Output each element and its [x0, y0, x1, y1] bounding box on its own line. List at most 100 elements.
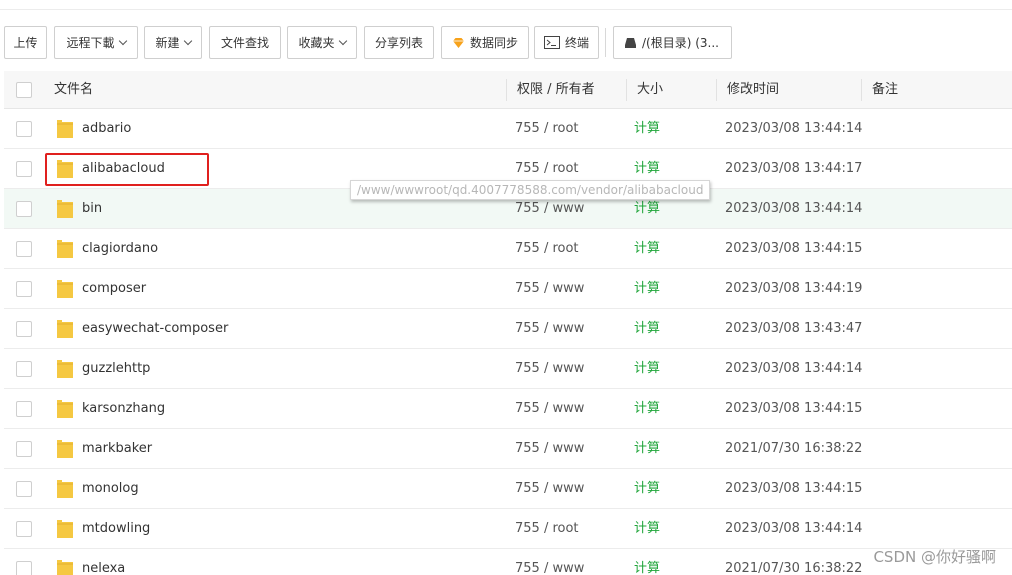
- folder-icon: [56, 399, 74, 419]
- terminal-button[interactable]: 终端: [534, 26, 599, 59]
- folder-icon: [56, 239, 74, 259]
- row-checkbox[interactable]: [16, 161, 32, 177]
- terminal-label: 终端: [564, 36, 589, 50]
- row-checkbox[interactable]: [16, 401, 32, 417]
- favorites-label: 收藏夹: [298, 36, 335, 50]
- permission-owner[interactable]: 755 / www: [515, 309, 584, 349]
- permission-owner[interactable]: 755 / www: [515, 469, 584, 509]
- select-all-checkbox[interactable]: [16, 82, 32, 98]
- table-row[interactable]: composer 755 / www 计算 2023/03/08 13:44:19: [4, 269, 1012, 309]
- permission-owner[interactable]: 755 / www: [515, 429, 584, 469]
- file-search-button[interactable]: 文件查找: [209, 26, 281, 59]
- table-row[interactable]: easywechat-composer 755 / www 计算 2023/03/08…: [4, 309, 1012, 349]
- share-list-button[interactable]: 分享列表: [364, 26, 434, 59]
- file-name[interactable]: karsonzhang: [82, 389, 165, 429]
- new-button[interactable]: 新建: [144, 26, 202, 59]
- column-divider: [506, 79, 507, 101]
- table-row[interactable]: markbaker 755 / www 计算 2021/07/30 16:38:22: [4, 429, 1012, 469]
- folder-icon: [56, 519, 74, 539]
- size-calc-link[interactable]: 计算: [634, 349, 660, 389]
- table-row[interactable]: clagiordano 755 / root 计算 2023/03/08 13:44:…: [4, 229, 1012, 269]
- row-checkbox[interactable]: [16, 281, 32, 297]
- row-checkbox[interactable]: [16, 201, 32, 217]
- table-row[interactable]: monolog 755 / www 计算 2023/03/08 13:44:15: [4, 469, 1012, 509]
- row-checkbox[interactable]: [16, 561, 32, 575]
- file-name[interactable]: easywechat-composer: [82, 309, 228, 349]
- table-row[interactable]: guzzlehttp 755 / www 计算 2023/03/08 13:44:14: [4, 349, 1012, 389]
- permission-owner[interactable]: 755 / root: [515, 109, 579, 149]
- file-name[interactable]: alibabacloud: [82, 149, 165, 189]
- row-checkbox[interactable]: [16, 121, 32, 137]
- path-breadcrumb[interactable]: /(根目录) (3...: [613, 26, 732, 59]
- row-checkbox[interactable]: [16, 481, 32, 497]
- size-calc-link[interactable]: 计算: [634, 269, 660, 309]
- table-row[interactable]: mtdowling 755 / root 计算 2023/03/08 13:44:14: [4, 509, 1012, 549]
- size-calc-link[interactable]: 计算: [634, 549, 660, 575]
- size-calc-link[interactable]: 计算: [634, 469, 660, 509]
- drive-icon: [624, 37, 637, 49]
- top-divider: [0, 9, 1012, 10]
- file-name[interactable]: mtdowling: [82, 509, 150, 549]
- chevron-down-icon: [338, 36, 347, 45]
- row-checkbox[interactable]: [16, 321, 32, 337]
- toolbar-divider: [605, 28, 606, 57]
- permission-owner[interactable]: 755 / root: [515, 229, 579, 269]
- modified-time: 2023/03/08 13:44:14: [725, 201, 863, 216]
- folder-icon: [56, 439, 74, 459]
- permission-owner[interactable]: 755 / www: [515, 549, 584, 575]
- table-row[interactable]: karsonzhang 755 / www 计算 2023/03/08 13:44:1…: [4, 389, 1012, 429]
- permission-owner[interactable]: 755 / www: [515, 389, 584, 429]
- file-name[interactable]: guzzlehttp: [82, 349, 150, 389]
- file-search-label: 文件查找: [220, 36, 269, 50]
- size-calc-link[interactable]: 计算: [634, 389, 660, 429]
- remote-download-button[interactable]: 远程下載: [54, 26, 138, 59]
- file-name[interactable]: monolog: [82, 469, 139, 509]
- file-name[interactable]: nelexa: [82, 549, 125, 575]
- size-calc-link[interactable]: 计算: [634, 229, 660, 269]
- row-checkbox[interactable]: [16, 361, 32, 377]
- size-calc-link[interactable]: 计算: [634, 429, 660, 469]
- table-header: 文件名 权限 / 所有者 大小 修改时间 备注: [4, 71, 1012, 109]
- size-calc-link[interactable]: 计算: [634, 109, 660, 149]
- favorites-button[interactable]: 收藏夹: [287, 26, 357, 59]
- modified-time: 2023/03/08 13:43:47: [725, 321, 863, 336]
- new-label: 新建: [155, 36, 180, 50]
- column-divider: [626, 79, 627, 101]
- file-name[interactable]: markbaker: [82, 429, 152, 469]
- row-checkbox[interactable]: [16, 241, 32, 257]
- modified-time: 2023/03/08 13:44:15: [725, 241, 863, 256]
- upload-label: 上传: [13, 36, 38, 50]
- file-name[interactable]: clagiordano: [82, 229, 158, 269]
- row-checkbox[interactable]: [16, 441, 32, 457]
- terminal-icon: [543, 36, 560, 49]
- header-size[interactable]: 大小: [637, 71, 663, 109]
- table-row[interactable]: nelexa 755 / www 计算 2021/07/30 16:38:22: [4, 549, 1012, 575]
- modified-time: 2023/03/08 13:44:14: [725, 521, 863, 536]
- folder-icon: [56, 319, 74, 339]
- modified-time: 2021/07/30 16:38:22: [725, 441, 863, 456]
- file-name[interactable]: bin: [82, 189, 102, 229]
- size-calc-link[interactable]: 计算: [634, 509, 660, 549]
- folder-icon: [56, 279, 74, 299]
- chevron-down-icon: [118, 36, 127, 45]
- table-row[interactable]: adbario 755 / root 计算 2023/03/08 13:44:14: [4, 109, 1012, 149]
- folder-icon: [56, 199, 74, 219]
- permission-owner[interactable]: 755 / root: [515, 509, 579, 549]
- modified-time: 2023/03/08 13:44:19: [725, 281, 863, 296]
- header-filename[interactable]: 文件名: [54, 71, 93, 109]
- upload-button[interactable]: 上传: [4, 26, 47, 59]
- file-name[interactable]: adbario: [82, 109, 131, 149]
- file-name[interactable]: composer: [82, 269, 146, 309]
- permission-owner[interactable]: 755 / www: [515, 349, 584, 389]
- header-permission[interactable]: 权限 / 所有者: [517, 71, 595, 109]
- folder-icon: [56, 159, 74, 179]
- permission-owner[interactable]: 755 / www: [515, 269, 584, 309]
- header-mtime[interactable]: 修改时间: [727, 71, 779, 109]
- column-divider: [861, 79, 862, 101]
- row-checkbox[interactable]: [16, 521, 32, 537]
- folder-icon: [56, 559, 74, 575]
- modified-time: 2021/07/30 16:38:22: [725, 561, 863, 575]
- column-divider: [716, 79, 717, 101]
- size-calc-link[interactable]: 计算: [634, 309, 660, 349]
- data-sync-button[interactable]: 数据同步: [441, 26, 529, 59]
